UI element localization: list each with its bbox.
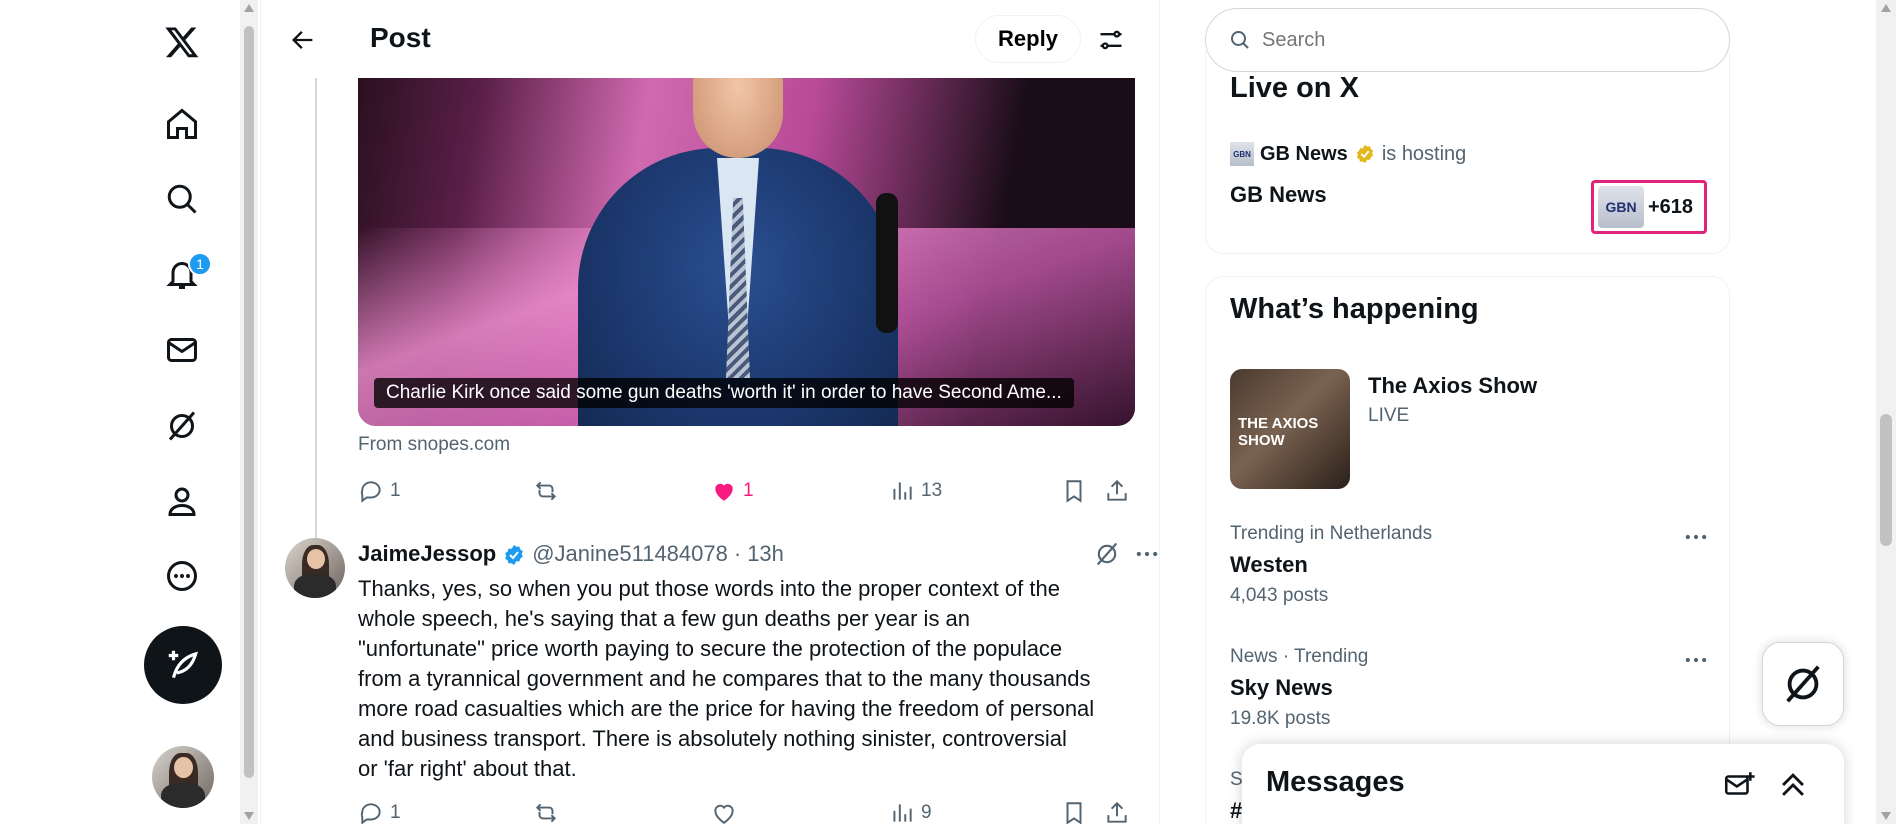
whats-happening-title: What’s happening	[1230, 293, 1479, 325]
listener-count: +618	[1648, 195, 1694, 218]
back-arrow-icon[interactable]	[283, 20, 323, 60]
bookmark-action[interactable]	[1061, 478, 1087, 504]
more-options-icon[interactable]	[1133, 540, 1160, 568]
profile-icon[interactable]	[152, 471, 212, 531]
x-logo-icon[interactable]	[152, 12, 212, 72]
separator-dot: ·	[733, 541, 742, 566]
verified-badge-icon	[502, 541, 526, 567]
share-icon	[1107, 479, 1127, 501]
live-host-row[interactable]: GBN GB News is hosting	[1230, 142, 1466, 166]
filter-sliders-icon[interactable]	[1091, 20, 1131, 60]
chevron-up-double-icon[interactable]	[1776, 768, 1810, 802]
reply-icon	[360, 803, 381, 824]
explore-icon[interactable]	[152, 169, 212, 229]
grok-floating-button[interactable]	[1762, 642, 1844, 726]
reply-avatar[interactable]	[285, 538, 345, 598]
home-icon[interactable]	[152, 94, 212, 154]
like-action[interactable]: 1	[711, 478, 754, 504]
repost-icon	[535, 803, 557, 823]
account-avatar[interactable]	[152, 746, 214, 808]
page-title: Post	[370, 22, 431, 53]
featured-title[interactable]: The Axios Show	[1368, 373, 1537, 399]
messages-drawer[interactable]: Messages	[1242, 744, 1844, 824]
reply-like-action[interactable]	[711, 800, 737, 824]
reply-author-handle[interactable]: @Janine511484078	[532, 541, 728, 567]
reply-reply-action[interactable]: 1	[358, 800, 401, 824]
live-host-name: GB News	[1260, 142, 1348, 165]
bookmark-icon	[1066, 480, 1082, 503]
new-message-icon[interactable]	[1722, 768, 1756, 802]
notifications-icon[interactable]: 1	[152, 244, 212, 304]
thread-line	[315, 78, 317, 538]
trend-item[interactable]: News · Trending Sky News 19.8K posts	[1230, 646, 1710, 734]
right-scrollbar[interactable]	[1876, 0, 1896, 824]
trend-item[interactable]: Trending in Netherlands Westen 4,043 pos…	[1230, 523, 1710, 611]
search-input[interactable]	[1262, 28, 1527, 52]
left-scrollbar[interactable]	[240, 0, 258, 824]
media-caption: Charlie Kirk once said some gun deaths '…	[374, 378, 1074, 408]
gb-news-listener-logo: GBN	[1598, 186, 1644, 228]
reply-repost-action[interactable]	[533, 800, 559, 824]
more-options-icon[interactable]	[1682, 523, 1710, 551]
search-icon	[1231, 31, 1249, 49]
heart-icon	[714, 804, 734, 824]
share-icon	[1107, 801, 1127, 823]
reply-button[interactable]: Reply	[975, 15, 1081, 63]
reply-timestamp[interactable]: 13h	[747, 541, 784, 567]
views-icon	[893, 804, 912, 822]
views-action[interactable]: 13	[889, 478, 942, 504]
reply-bookmark-action[interactable]	[1061, 800, 1087, 824]
live-listeners-badge[interactable]: GBN +618	[1591, 180, 1707, 234]
post-header: Post Reply	[261, 0, 1159, 78]
more-options-icon[interactable]	[1682, 646, 1710, 674]
share-action[interactable]	[1104, 478, 1130, 504]
heart-filled-icon	[715, 483, 733, 501]
reply-share-action[interactable]	[1104, 800, 1130, 824]
gb-news-logo: GBN	[1230, 142, 1254, 166]
media-source[interactable]: From snopes.com	[358, 434, 510, 456]
feather-icon	[168, 650, 198, 679]
messages-icon[interactable]	[152, 320, 212, 380]
post-media-image[interactable]: Charlie Kirk once said some gun deaths '…	[358, 78, 1135, 426]
repost-icon	[535, 481, 557, 501]
compose-post-button[interactable]	[144, 626, 222, 704]
axios-logo: THE AXIOS SHOW	[1238, 415, 1319, 449]
reply-views-action[interactable]: 9	[889, 800, 932, 824]
reply-author-name[interactable]: JaimeJessop	[358, 541, 496, 567]
reply-text: Thanks, yes, so when you put those words…	[358, 576, 1095, 781]
featured-status: LIVE	[1368, 405, 1410, 426]
notification-badge: 1	[188, 252, 212, 276]
search-bar[interactable]	[1205, 8, 1730, 72]
grok-explain-icon[interactable]	[1093, 540, 1121, 568]
messages-title: Messages	[1266, 766, 1405, 798]
grok-icon[interactable]	[152, 396, 212, 456]
gold-verified-badge-icon	[1354, 143, 1376, 166]
bookmark-icon	[1066, 802, 1082, 824]
reply-icon	[360, 481, 381, 503]
live-on-x-card: Live on X GBN GB News is hosting GB News…	[1205, 50, 1730, 254]
live-space-name[interactable]: GB News	[1230, 182, 1327, 208]
axios-show-thumbnail[interactable]: THE AXIOS SHOW	[1230, 369, 1350, 489]
grok-icon	[1786, 665, 1820, 703]
hosting-label: is hosting	[1381, 142, 1467, 165]
reply-action[interactable]: 1	[358, 478, 401, 504]
main-column: Charlie Kirk once said some gun deaths '…	[260, 0, 1160, 824]
whats-happening-card: What’s happening THE AXIOS SHOW The Axio…	[1205, 276, 1730, 824]
views-icon	[893, 482, 912, 500]
left-navigation: 1	[0, 0, 240, 824]
repost-action[interactable]	[533, 478, 559, 504]
more-icon[interactable]	[152, 546, 212, 606]
live-card-title: Live on X	[1230, 72, 1359, 104]
